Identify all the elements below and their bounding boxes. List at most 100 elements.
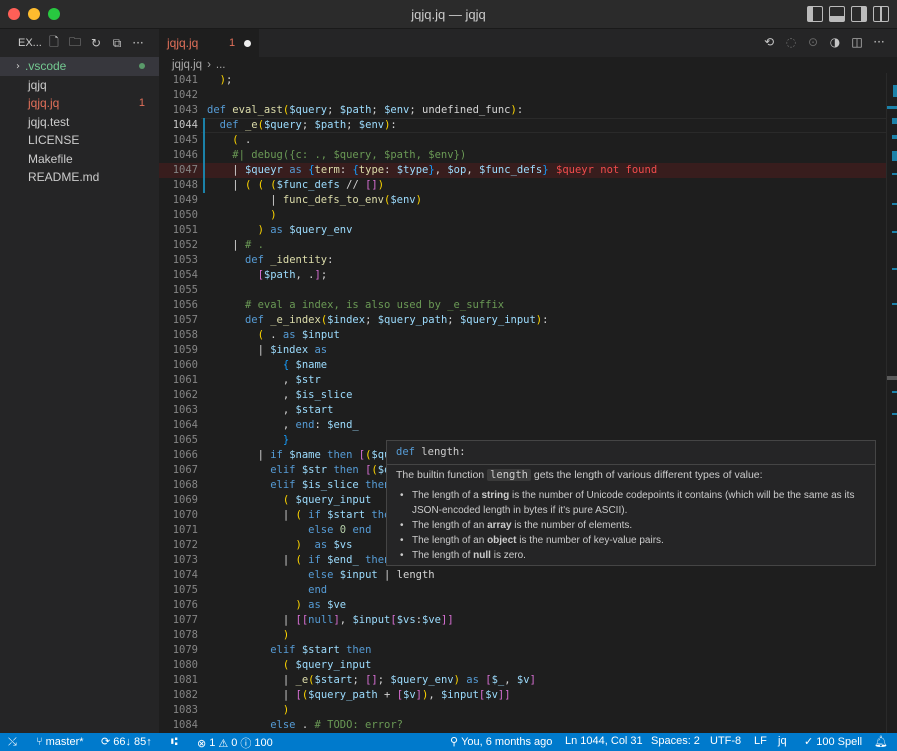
code-line[interactable]: 1058 ( . as $input [159,328,886,343]
refresh-icon[interactable]: ↻ [88,35,104,51]
code-line[interactable]: 1057 def _e_index($index; $query_path; $… [159,313,886,328]
code-line[interactable]: 1048 | ( ( ($func_defs // []) [159,178,886,193]
branch-indicator[interactable]: ⑂ master* [36,735,84,748]
code-line[interactable]: 1045 ( . [159,133,886,148]
code-line[interactable]: 1079 elif $start then [159,643,886,658]
breadcrumb-symbol[interactable]: ... [216,59,226,71]
code-line[interactable]: 1080 ( $query_input [159,658,886,673]
code-line[interactable]: 1083 ) [159,703,886,718]
modified-gutter-mark[interactable] [203,163,205,178]
modified-gutter-mark[interactable] [203,148,205,163]
code-line[interactable]: 1082 | [($query_path + [$v]), $input[$v]… [159,688,886,703]
modified-gutter-mark[interactable] [203,133,205,148]
modified-gutter-mark[interactable] [203,118,205,133]
code-line[interactable]: 1043 def eval_ast($query; $path; $env; un… [159,103,886,118]
code-line[interactable]: 1061 , $str [159,373,886,388]
explorer-item-license[interactable]: LICENSE [0,131,159,150]
code-line[interactable]: 1041 ); [159,73,886,88]
code-line[interactable]: 1051 ) as $query_env [159,223,886,238]
more-actions-icon[interactable]: ··· [871,34,887,50]
explorer-item-readme[interactable]: README.md [0,168,159,187]
more-actions-icon[interactable]: ··· [130,35,146,51]
timeline-icon[interactable]: ◑ [827,34,843,50]
bell-icon: 🔔︎ [874,735,888,748]
split-editor-icon[interactable]: ◫ [849,34,865,50]
line-number: 1050 [172,209,198,221]
problems-indicator[interactable]: ⊗ 1 ⚠ 0 ⓘ 100 [197,735,273,751]
code-line[interactable]: 1042 [159,88,886,103]
spell-check-icon: ✓ [804,735,814,748]
code-line[interactable]: 1064 , end: $end_ [159,418,886,433]
line-number: 1061 [172,374,198,386]
code-line[interactable]: 1046 #| debug({c: ., $query, $path, $env… [159,148,886,163]
next-change-icon[interactable]: ⊙ [805,34,821,50]
collapse-all-icon[interactable]: ⧉ [109,35,125,51]
overview-ruler[interactable] [886,73,897,733]
scrollbar-thumb[interactable] [887,376,897,380]
code-line[interactable]: 1062 , $is_slice [159,388,886,403]
code-line[interactable]: 1075 end [159,583,886,598]
modified-gutter-mark[interactable] [203,178,205,193]
line-number: 1058 [172,329,198,341]
explorer-item-vscode[interactable]: › .vscode [0,57,159,76]
toggle-panel-icon[interactable] [829,6,845,22]
code-line[interactable]: 1053 def _identity: [159,253,886,268]
code-line[interactable]: 1078 ) [159,628,886,643]
line-number: 1074 [172,569,198,581]
cursor-position[interactable]: Ln 1044, Col 31 [565,735,643,747]
remote-indicator[interactable]: ⤯ [8,735,17,749]
code-line[interactable]: 1049 | func_defs_to_env($env) [159,193,886,208]
explorer-item-jqjq[interactable]: jqjq [0,76,159,95]
code-editor[interactable]: 1041 ); 1042 1043 def eval_ast($query; $pat… [159,73,897,733]
explorer-item-makefile[interactable]: Makefile [0,150,159,169]
spell-check[interactable]: ✓ 100 Spell [804,735,862,748]
code-line[interactable]: 1047 | $queyr as {term: {type: $type}, $… [159,163,886,178]
window-title: jqjq.jq — jqjq [411,7,486,22]
code-line[interactable]: 1054 [$path, .]; [159,268,886,283]
notifications[interactable]: 🔔︎ [874,735,888,748]
previous-change-icon[interactable]: ◌ [783,34,799,50]
explorer-item-jqjq-jq[interactable]: jqjq.jq 1 [0,94,159,113]
code-line[interactable]: 1056 # eval a index, is also used by _e_… [159,298,886,313]
code-line[interactable]: 1050 ) [159,208,886,223]
indentation[interactable]: Spaces: 2 [651,735,700,747]
explorer-item-jqjq-test[interactable]: jqjq.test [0,113,159,132]
code-line[interactable]: 1074 else $input | length [159,568,886,583]
tab-jqjq-jq[interactable]: jqjq.jq 1 [159,29,259,57]
customize-layout-icon[interactable] [873,6,889,22]
code-line[interactable]: 1076 ) as $ve [159,598,886,613]
encoding[interactable]: UTF-8 [710,735,741,747]
code-line[interactable]: 1044 def _e($query; $path; $env): [159,118,886,133]
end-of-line[interactable]: LF [754,735,767,747]
code-line[interactable]: 1063 , $start [159,403,886,418]
editor-tab-bar: jqjq.jq 1 ⟲ ◌ ⊙ ◑ ◫ ··· [159,29,897,57]
editor-actions: ⟲ ◌ ⊙ ◑ ◫ ··· [761,34,887,50]
open-changes-icon[interactable]: ⟲ [761,34,777,50]
ports-icon: ⓘ [240,737,252,750]
code-line[interactable]: 1052 | # . [159,238,886,253]
code-text: ) as $vs [295,539,353,551]
toggle-secondary-sidebar-icon[interactable] [851,6,867,22]
code-line[interactable]: 1077 | [[null], $input[$vs:$ve]] [159,613,886,628]
line-number: 1079 [172,644,198,656]
code-line[interactable]: 1059 | $index as [159,343,886,358]
code-line[interactable]: 1084 else . # TODO: error? [159,718,886,733]
sync-indicator[interactable]: ⟳ 66↓ 85↑ [101,735,152,748]
toggle-primary-sidebar-icon[interactable] [807,6,823,22]
code-text: ( . as $input [257,329,340,341]
new-folder-icon[interactable]: 🗀 [67,35,83,51]
line-number: 1060 [172,359,198,371]
unsaved-dot-icon[interactable] [244,40,251,47]
line-number: 1054 [172,269,198,281]
code-line[interactable]: 1081 | _e($start; []; $query_env) as [$_… [159,673,886,688]
breadcrumb-file[interactable]: jqjq.jq [172,59,202,71]
git-blame[interactable]: ⚲ You, 6 months ago [450,735,552,748]
chevron-right-icon: › [16,60,20,72]
language-mode[interactable]: jq [778,735,787,747]
source-control-graph[interactable]: ⑆ [171,735,178,748]
warning-icon: ⚠ [218,736,229,750]
code-line[interactable]: 1060 { $name [159,358,886,373]
sync-icon: ⟳ [101,735,111,748]
new-file-icon[interactable]: 🗋 [46,35,62,51]
code-line[interactable]: 1055 [159,283,886,298]
